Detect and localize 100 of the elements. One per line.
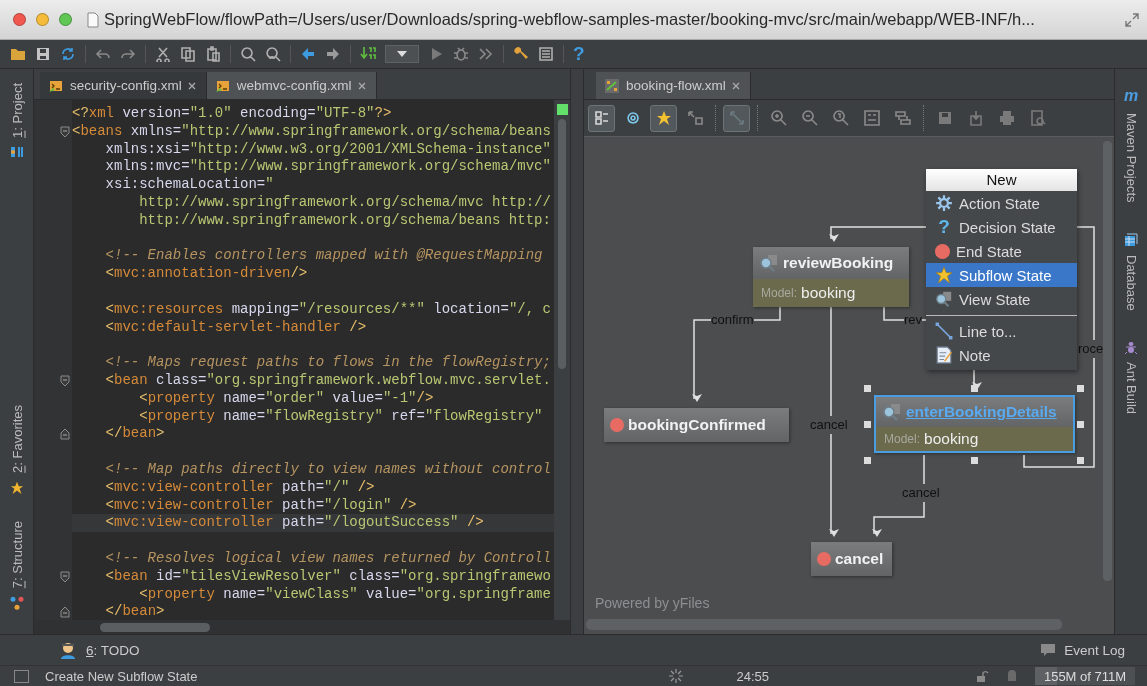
tool-window-tab[interactable]: Ant Build — [1123, 340, 1139, 415]
node-title: cancel — [835, 550, 884, 568]
copy-icon[interactable] — [180, 46, 196, 62]
model-value: booking — [924, 430, 979, 448]
zoom-window-button[interactable] — [59, 13, 72, 26]
layout-icon — [863, 110, 880, 126]
memory-indicator[interactable]: 155M of 711M — [1035, 667, 1135, 685]
editor-tab[interactable]: webmvc-config.xml — [206, 72, 377, 99]
resize-handle[interactable] — [864, 457, 871, 464]
view-state-node[interactable]: reviewBooking Model: booking — [753, 247, 909, 307]
resize-handle[interactable] — [970, 457, 978, 464]
fold-icon[interactable] — [60, 428, 70, 441]
resize-handle[interactable] — [864, 421, 871, 428]
code-line: xsi:schemaLocation=" — [104, 176, 275, 194]
node-title: reviewBooking — [783, 254, 894, 272]
note-icon — [935, 346, 953, 364]
person-icon — [58, 641, 78, 659]
help-icon[interactable]: ? — [573, 43, 585, 65]
tool-window-tab[interactable]: Database — [1123, 232, 1139, 311]
printer-icon — [998, 110, 1015, 126]
code-line: <property name="flowRegistry" ref="flowRegistry" — [138, 407, 544, 426]
end-state-node[interactable]: cancel — [811, 542, 892, 576]
tool-window-tab[interactable]: m Maven Projects — [1123, 87, 1139, 203]
database-icon — [1124, 232, 1138, 247]
inspector-icon[interactable] — [1005, 668, 1019, 684]
person-search-icon[interactable] — [265, 46, 281, 62]
menu-item[interactable]: Action State — [926, 191, 1077, 215]
tool-window-tab[interactable]: 1: Project — [0, 79, 34, 162]
zoom-actual-icon — [832, 110, 849, 126]
fold-icon[interactable] — [60, 606, 70, 619]
search-icon[interactable] — [240, 46, 256, 62]
scrollbar-thumb[interactable] — [558, 119, 566, 369]
resize-handle[interactable] — [970, 385, 978, 392]
menu-item[interactable]: ? Decision State — [926, 215, 1077, 239]
build-icon[interactable] — [360, 46, 376, 62]
fold-icon[interactable] — [60, 125, 70, 138]
sync-icon[interactable] — [60, 46, 76, 62]
diagram-tab[interactable]: booking-flow.xml — [596, 72, 751, 99]
hierarchy-icon — [10, 596, 24, 610]
scissors-icon[interactable] — [155, 46, 171, 62]
flow-file-icon — [604, 77, 620, 94]
menu-item[interactable]: Note — [926, 343, 1077, 367]
status-message: Create New Subflow State — [45, 668, 198, 684]
bug-icon[interactable] — [453, 46, 469, 62]
toolbar-toggle[interactable] — [650, 104, 677, 132]
todo-tool-button[interactable]: 6: TODO — [58, 641, 140, 659]
minimize-window-button[interactable] — [36, 13, 49, 26]
edge-label: roce — [1078, 340, 1104, 358]
structure-icon[interactable] — [538, 46, 554, 62]
code-line: <!-- Maps request paths to flows in the flowRegistry; — [104, 354, 552, 372]
star-icon — [935, 266, 953, 284]
forward-arrow-icon[interactable] — [325, 46, 341, 62]
tool-window-tab[interactable]: 2: Favorites — [0, 400, 34, 499]
close-window-button[interactable] — [13, 13, 26, 26]
caret-icon — [397, 51, 407, 57]
fold-icon[interactable] — [60, 570, 70, 583]
end-state-icon — [817, 552, 831, 566]
code-line: <property name="order" value="-1"/> — [138, 389, 435, 408]
editor-tab[interactable]: security-config.xml — [40, 72, 207, 99]
coverage-icon[interactable] — [478, 46, 494, 62]
gear-icon — [935, 194, 953, 212]
toolbar-toggle[interactable] — [723, 104, 750, 132]
unlocked-padlock-icon[interactable] — [975, 669, 989, 683]
close-icon[interactable] — [187, 81, 196, 90]
project-icon — [10, 145, 24, 158]
magnifier-icon — [759, 254, 779, 272]
paste-icon[interactable] — [205, 46, 221, 62]
back-arrow-icon[interactable] — [300, 46, 316, 62]
scrollbar-thumb[interactable] — [100, 622, 210, 632]
tool-windows-toggle-icon[interactable] — [14, 669, 29, 683]
close-icon[interactable] — [731, 81, 740, 90]
layout-swap-icon — [894, 110, 911, 126]
code-line: </bean> — [104, 425, 166, 444]
view-state-node[interactable]: enterBookingDetails Model: booking — [874, 395, 1075, 453]
caret-position[interactable]: 24:55 — [736, 668, 769, 684]
toolbar-toggle[interactable] — [588, 104, 615, 132]
menu-item[interactable]: End State — [926, 239, 1077, 263]
resize-handle[interactable] — [1077, 457, 1084, 464]
fullscreen-icon[interactable] — [1125, 12, 1139, 27]
save-icon[interactable] — [35, 46, 51, 62]
resize-handle[interactable] — [1077, 385, 1084, 392]
folder-icon[interactable] — [10, 46, 26, 62]
code-line: <mvc:default-servlet-handler /> — [104, 318, 368, 337]
resize-handle[interactable] — [864, 385, 871, 392]
wrench-icon[interactable] — [513, 46, 529, 62]
menu-item[interactable]: View State — [926, 287, 1077, 311]
fold-icon[interactable] — [60, 374, 70, 387]
magnifier-icon — [882, 403, 902, 421]
model-label: Model: — [884, 432, 921, 446]
menu-item[interactable]: Subflow State — [926, 263, 1077, 287]
code-line: <mvc:view-controller path="/" /> — [104, 478, 376, 497]
end-state-node[interactable]: bookingConfirmed — [604, 408, 789, 442]
run-config-dropdown[interactable] — [385, 45, 419, 63]
resize-handle[interactable] — [1077, 421, 1084, 428]
close-icon[interactable] — [357, 81, 366, 90]
end-state-icon — [935, 243, 950, 259]
tool-window-tab[interactable]: 7: Structure — [0, 516, 34, 614]
menu-item[interactable]: Line to... — [926, 319, 1077, 343]
event-log-button[interactable]: Event Log — [1040, 642, 1125, 658]
end-state-icon — [610, 418, 624, 432]
